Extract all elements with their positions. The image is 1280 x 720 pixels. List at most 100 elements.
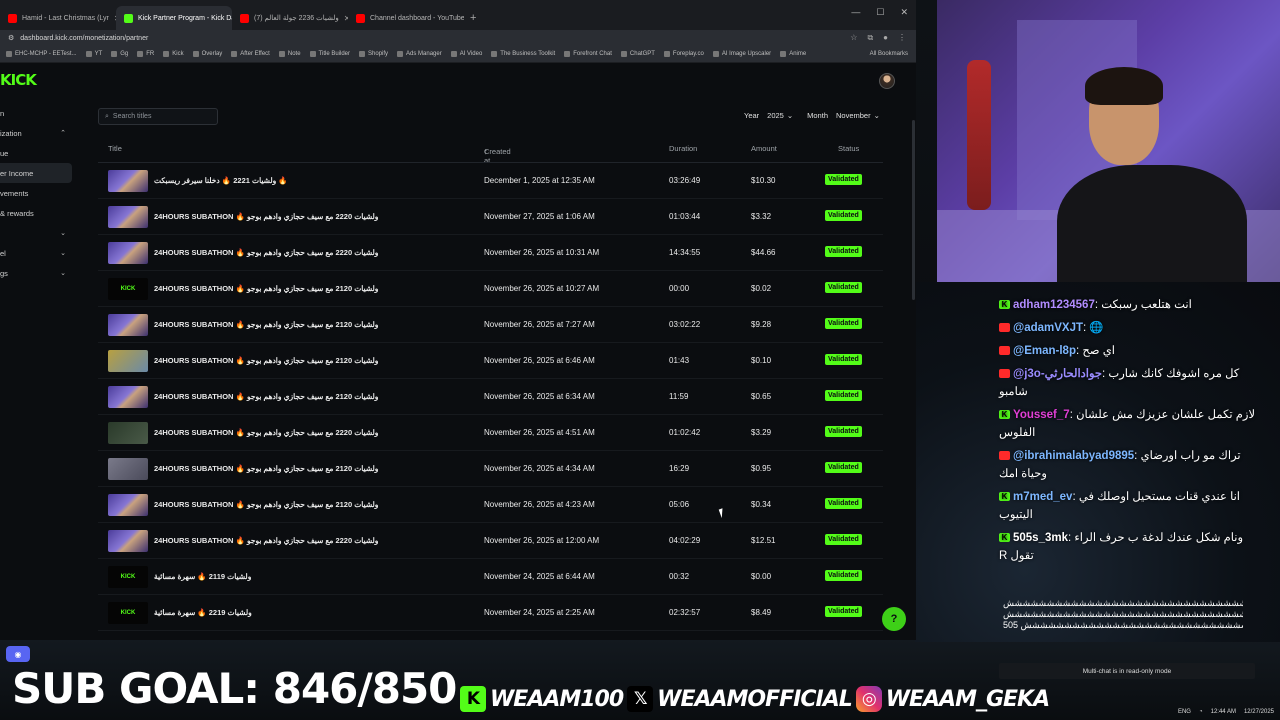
bookmark-item[interactable]: Ads Manager [397,51,442,57]
table-row[interactable]: KICK 24HOURS SUBATHON 🔥 ولشيات 2120 مع سي… [98,271,883,307]
wifi-icon[interactable]: ◔ [1199,709,1203,715]
row-date: November 24, 2025 at 2:25 AM [484,608,595,617]
stream-thumbnail[interactable] [108,242,148,264]
table-row[interactable]: 24HOURS SUBATHON 🔥 ولشيات 2220 مع سيف حج… [98,523,883,559]
sidebar-item[interactable]: vements [0,183,72,203]
kick-logo[interactable]: KICK [0,71,37,89]
bookmark-item[interactable]: YT [85,51,102,57]
stream-thumbnail[interactable] [108,314,148,336]
bookmark-item[interactable]: Forefront Chat [564,51,612,57]
bookmark-item[interactable]: Note [278,51,301,57]
sidebar-item[interactable]: ue [0,143,72,163]
sidebar-item[interactable]: ⌄ [0,223,72,243]
stream-thumbnail[interactable] [108,530,148,552]
table-row[interactable]: ولشيات 2221 🔥 دخلنا سيرفر ريسبكت 🔥 Decemb… [98,163,883,199]
bookmark-item[interactable]: Shopify [359,51,388,57]
row-duration: 05:06 [669,500,690,509]
table-row[interactable]: 24HOURS SUBATHON 🔥 ولشيات 2220 مع سيف حج… [98,235,883,271]
tray-time[interactable]: 12:44 AM [1211,709,1236,715]
tray-date[interactable]: 12/27/2025 [1244,709,1274,715]
stream-thumbnail[interactable] [108,206,148,228]
col-duration[interactable]: Duration [669,144,697,153]
site-info-icon[interactable]: ⚙ [8,34,14,42]
tab-favicon-icon [8,13,17,23]
window-controls: — ☐ ✕ [851,7,908,18]
stream-thumbnail[interactable]: KICK [108,602,148,624]
stream-thumbnail[interactable] [108,386,148,408]
browser-tab[interactable]: Channel dashboard - YouTube✕ [348,6,464,30]
menu-icon[interactable]: ⋮ [898,33,906,43]
col-amount[interactable]: Amount [751,144,777,153]
row-duration: 02:32:57 [669,608,701,617]
browser-tab[interactable]: Kick Partner Program - Kick Da✕ [116,6,232,30]
stream-thumbnail[interactable] [108,422,148,444]
sidebar-item[interactable]: gs ⌄ [0,263,72,283]
table-row[interactable]: 24HOURS SUBATHON 🔥 ولشيات 2120 مع سيف حج… [98,307,883,343]
col-status[interactable]: Status [838,144,859,153]
maximize-icon[interactable]: ☐ [876,7,884,18]
sidebar-item[interactable]: ization ⌃ [0,123,72,143]
col-title[interactable]: Title [108,144,122,153]
url-text[interactable]: dashboard.kick.com/monetization/partner [20,35,148,42]
help-button[interactable]: ? [882,607,906,631]
bookmark-item[interactable]: Foreplay.co [663,51,704,57]
all-bookmarks[interactable]: All Bookmarks [870,51,916,57]
scrollbar[interactable] [912,120,915,300]
bookmark-item[interactable]: After Effect [231,51,270,57]
close-icon[interactable]: ✕ [900,7,908,18]
bookmark-item[interactable]: Title Builder [309,51,350,57]
user-avatar[interactable] [879,73,895,89]
bookmark-favicon-icon [309,51,316,57]
bookmark-label: AI Video [459,51,483,57]
bookmark-item[interactable]: Overlay [192,51,222,57]
sidebar-item-label: ue [0,148,9,158]
table-row[interactable]: 24HOURS SUBATHON 🔥 ولشيات 2120 مع سيف حج… [98,343,883,379]
bookmark-item[interactable]: ChatGPT [620,51,655,57]
bookmark-label: Ads Manager [406,51,442,57]
row-title: 24HOURS SUBATHON 🔥 ولشيات 2220 مع سيف حج… [154,248,379,257]
bookmark-item[interactable]: AI Image Upscaler [712,51,771,57]
stream-thumbnail[interactable] [108,494,148,516]
status-badge: Validated [825,354,862,365]
bookmark-item[interactable]: EHC-MCHP - EETest... [6,51,77,57]
bookmark-item[interactable]: Kick [163,51,184,57]
month-select[interactable]: November ⌄ [836,111,880,120]
table-row[interactable]: 24HOURS SUBATHON 🔥 ولشيات 2220 مع سيف حج… [98,199,883,235]
year-select[interactable]: 2025 ⌄ [767,111,793,120]
sidebar-item[interactable]: n [0,103,72,123]
new-tab-button[interactable]: + [470,6,476,30]
social-handles: K WEAAM100 𝕏 WEAAMOFFICIAL ◎ WEAAM_GEKA [460,686,1050,712]
bookmark-item[interactable]: AI Video [450,51,483,57]
bookmark-item[interactable]: Anime [780,51,806,57]
table-row[interactable]: 24HOURS SUBATHON 🔥 ولشيات 2120 مع سيف حج… [98,379,883,415]
stream-thumbnail[interactable] [108,350,148,372]
table-row[interactable]: KICK ولشيات 2119 🔥 سهرة مسائية November 24… [98,559,883,595]
minimize-icon[interactable]: — [851,7,860,18]
sidebar-item[interactable]: el ⌄ [0,243,72,263]
tray-lang[interactable]: ENG [1178,709,1191,715]
search-input[interactable]: ⌕ Search titles [98,108,218,125]
bookmark-item[interactable]: FR [137,51,154,57]
stream-thumbnail[interactable]: KICK [108,566,148,588]
table-row[interactable]: 24HOURS SUBATHON 🔥 ولشيات 2220 مع سيف حج… [98,415,883,451]
stream-thumbnail[interactable] [108,170,148,192]
star-icon[interactable]: ☆ [850,33,857,43]
kick-icon: K [460,686,486,712]
stream-thumbnail[interactable]: KICK [108,278,148,300]
extensions-icon[interactable]: ⧉ [867,33,873,43]
address-bar[interactable]: ⚙ dashboard.kick.com/monetization/partne… [0,30,916,46]
sidebar-item[interactable]: & rewards [0,203,72,223]
stream-thumbnail[interactable] [108,458,148,480]
browser-tab[interactable]: Hamid - Last Christmas (Lyr✕ [0,6,116,30]
bookmark-item[interactable]: The Business Toolkit [491,51,555,57]
table-row[interactable]: 24HOURS SUBATHON 🔥 ولشيات 2120 مع سيف حج… [98,451,883,487]
row-date: November 24, 2025 at 6:44 AM [484,572,595,581]
profile-icon[interactable]: ● [883,33,888,43]
browser-tab[interactable]: (7) ولشيات 2236 جولة العالم ✕ [232,6,348,30]
bookmark-item[interactable]: Gg [111,51,128,57]
table-row[interactable]: 24HOURS SUBATHON 🔥 ولشيات 2120 مع سيف حج… [98,487,883,523]
sidebar-item[interactable]: er Income [0,163,72,183]
bookmark-favicon-icon [278,51,285,57]
table-row[interactable]: KICK ولشيات 2219 🔥 سهرة مسائية November 24… [98,595,883,631]
bookmark-favicon-icon [450,51,457,57]
